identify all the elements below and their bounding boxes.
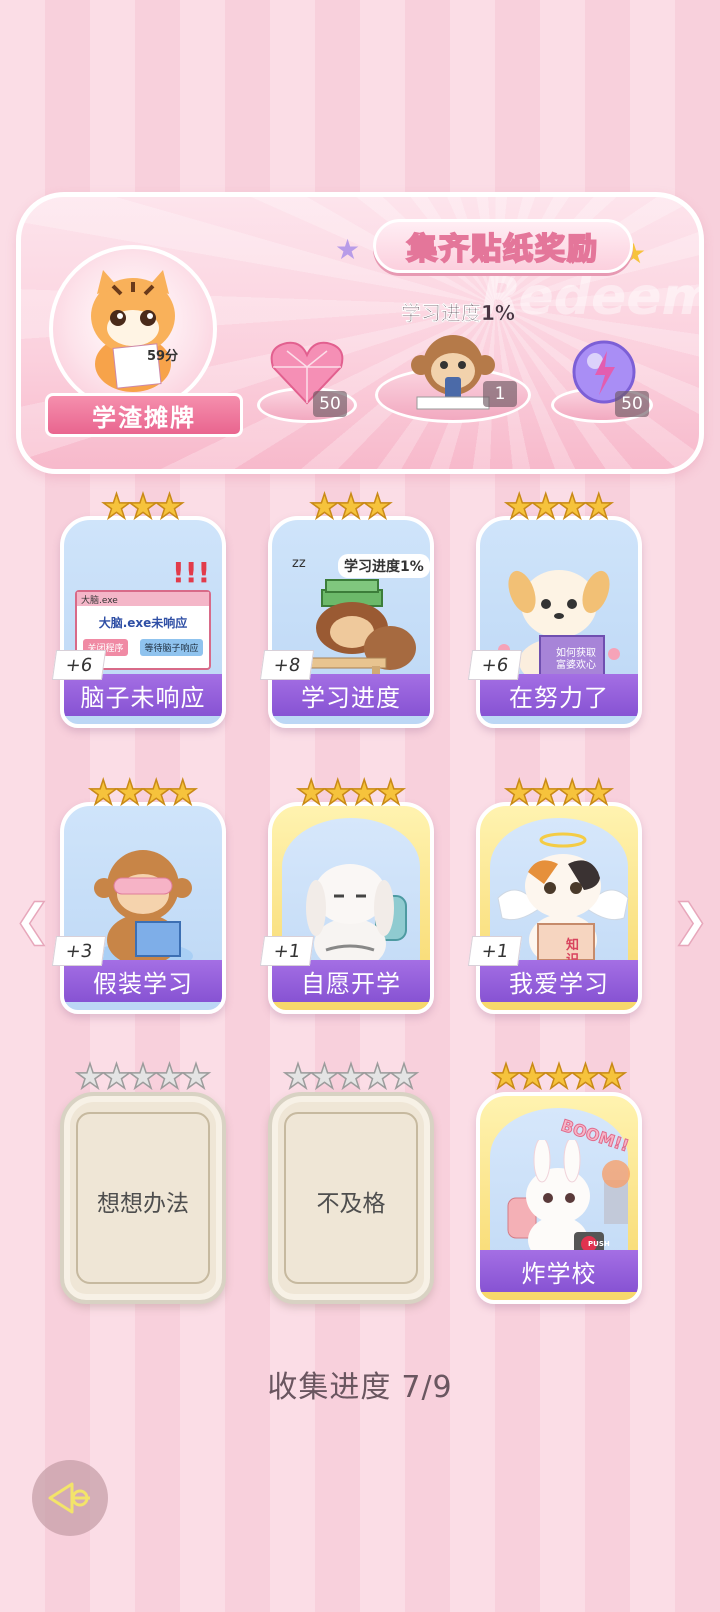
reward-count-1: 50 xyxy=(313,391,347,417)
sticker-stars: ★ ★ ★ ★ ★ xyxy=(268,1057,434,1097)
sticker-card-body: 想想办法 xyxy=(60,1092,226,1304)
error-window-title: 大脑.exe xyxy=(77,592,209,606)
sticker-card-body: 不及格 xyxy=(268,1092,434,1304)
locked-sticker-name: 想想办法 xyxy=(97,1191,189,1217)
back-button[interactable] xyxy=(32,1460,108,1536)
sticker-card-voluntary-school[interactable]: 自愿开学 +1 ★ ★ ★ ★ xyxy=(259,775,434,1014)
sticker-stars: ★ ★ ★ ★ ★ xyxy=(60,1057,226,1097)
book-title: 如何获取富婆欢心 xyxy=(556,648,596,671)
sticker-bonus-badge: +1 xyxy=(467,936,523,966)
prev-page-arrow-icon[interactable]: ❮ xyxy=(13,894,51,947)
sticker-bonus-badge: +6 xyxy=(467,650,523,680)
sticker-card-love-study[interactable]: 知识 我爱学习 +1 ★★★★ xyxy=(467,775,642,1014)
sticker-bonus-badge: +3 xyxy=(51,936,107,966)
push-text: PUSH xyxy=(588,1240,610,1248)
error-window-message: 大脑.exe未响应 xyxy=(98,616,188,630)
sticker-label-text: 自愿开学 xyxy=(301,969,401,998)
sticker-stars: ★ ★ ★ ★ ★ xyxy=(476,1057,642,1097)
sticker-stars: ★ ★ ★ ★ xyxy=(60,773,226,813)
collection-progress: 收集进度 7/9 xyxy=(0,1362,720,1406)
star-icon: ★ xyxy=(375,773,407,813)
sticker-stars: ★ ★ ★ ★ xyxy=(476,487,642,527)
sticker-label-text: 假装学习 xyxy=(93,969,193,998)
star-outline-icon: ★ xyxy=(180,1057,212,1097)
sticker-card-body: 自愿开学 xyxy=(268,802,434,1014)
banner-title-box: 集齐贴纸奖励 xyxy=(373,219,633,273)
sticker-card-body: 如何获取富婆欢心 在努力了 xyxy=(476,516,642,728)
star-icon: ★ xyxy=(583,773,615,813)
sticker-bonus-badge: +6 xyxy=(51,650,107,680)
tiger-icon xyxy=(91,270,175,392)
star-outline-icon: ★ xyxy=(388,1057,420,1097)
sticker-bonus-badge: +1 xyxy=(259,936,315,966)
sticker-card-study-progress[interactable]: 学习进度1% zz 学习进度 +8 ★ ★ ★ xyxy=(259,489,434,728)
study-progress-caption: 学习进度1% xyxy=(338,554,430,578)
star-icon: ★ xyxy=(153,487,185,527)
sticker-card-brain-not-responding[interactable]: 大脑.exe 大脑.exe未响应 关闭程序 等待脑子响应 !!! 脑子未响应 +… xyxy=(51,489,226,728)
star-icon: ★ xyxy=(583,487,615,527)
sticker-bonus-badge: +8 xyxy=(259,650,315,680)
sticker-label-text: 学习进度 xyxy=(301,683,401,712)
sticker-card-body: 知识 我爱学习 xyxy=(476,802,642,1014)
ribbon-label: 学渣摊牌 xyxy=(45,393,243,437)
sticker-card-pretend-study[interactable]: 假装学习 +3 ★ ★ ★ ★ xyxy=(51,775,226,1014)
sticker-label: 脑子未响应 xyxy=(64,674,222,716)
wait-response-chip: 等待脑子响应 xyxy=(140,639,203,656)
sticker-stars: ★ ★ ★ xyxy=(268,487,434,527)
tiger-avatar[interactable]: 59分 xyxy=(49,245,217,413)
sticker-stars: ★ ★ ★ xyxy=(60,487,226,527)
sticker-label: 我爱学习 xyxy=(480,960,638,1002)
sticker-label-text: 炸学校 xyxy=(521,1259,597,1288)
reward-count-3: 50 xyxy=(615,391,649,417)
sticker-label-text: 我爱学习 xyxy=(509,969,609,998)
sticker-label-text: 在努力了 xyxy=(509,683,609,712)
sticker-label: 学习进度 xyxy=(272,674,430,716)
purple-star-icon: ★ xyxy=(335,233,361,266)
sticker-card-body: 大脑.exe 大脑.exe未响应 关闭程序 等待脑子响应 !!! 脑子未响应 xyxy=(60,516,226,728)
sticker-card-body: BOOM!! PUSH 炸学校 xyxy=(476,1092,642,1304)
progress-caption: 学习进度1% xyxy=(401,301,515,325)
sticker-label-text: 脑子未响应 xyxy=(80,683,206,712)
reward-count-2: 1 xyxy=(483,381,517,407)
sticker-card-body: 假装学习 xyxy=(60,802,226,1014)
sleep-zz-icon: zz xyxy=(292,556,306,571)
sticker-label: 自愿开学 xyxy=(272,960,430,1002)
reward-banner: Redeem ★ ★ 集齐贴纸奖励 59分 学渣摊牌 50 学习进度1% 1 5… xyxy=(16,192,704,474)
back-arrow-icon xyxy=(48,1482,90,1514)
sticker-card-trying-hard[interactable]: 如何获取富婆欢心 在努力了 +6 ★ ★ ★ ★ xyxy=(467,489,642,728)
ribbon-text: 学渣摊牌 xyxy=(92,403,196,432)
sticker-card-body: 学习进度1% zz 学习进度 xyxy=(268,516,434,728)
tiger-paper-score: 59分 xyxy=(147,349,179,364)
star-icon: ★ xyxy=(167,773,199,813)
star-icon: ★ xyxy=(361,487,393,527)
sticker-label: 假装学习 xyxy=(64,960,222,1002)
star-icon: ★ xyxy=(596,1057,628,1097)
next-page-arrow-icon[interactable]: ❯ xyxy=(671,894,709,947)
sticker-stars: ★ ★ ★ ★ xyxy=(268,773,434,813)
exclamation-icon: !!! xyxy=(172,556,211,589)
sticker-label: 在努力了 xyxy=(480,674,638,716)
collection-progress-value: 7/9 xyxy=(401,1370,453,1405)
sticker-card-fail[interactable]: 不及格 ★ ★ ★ ★ ★ xyxy=(268,1059,434,1304)
sticker-card-think-of-way[interactable]: 想想办法 ★ ★ ★ ★ ★ xyxy=(60,1059,226,1304)
collection-progress-label: 收集进度 xyxy=(267,1370,392,1405)
sticker-label: 炸学校 xyxy=(480,1250,638,1292)
banner-title: 集齐贴纸奖励 xyxy=(406,231,599,268)
locked-sticker-name: 不及格 xyxy=(316,1191,386,1217)
sticker-stars: ★ ★ ★ ★ xyxy=(476,773,642,813)
sticker-card-bomb-school[interactable]: BOOM!! PUSH 炸学校 ★ ★ ★ ★ ★ xyxy=(476,1059,642,1304)
